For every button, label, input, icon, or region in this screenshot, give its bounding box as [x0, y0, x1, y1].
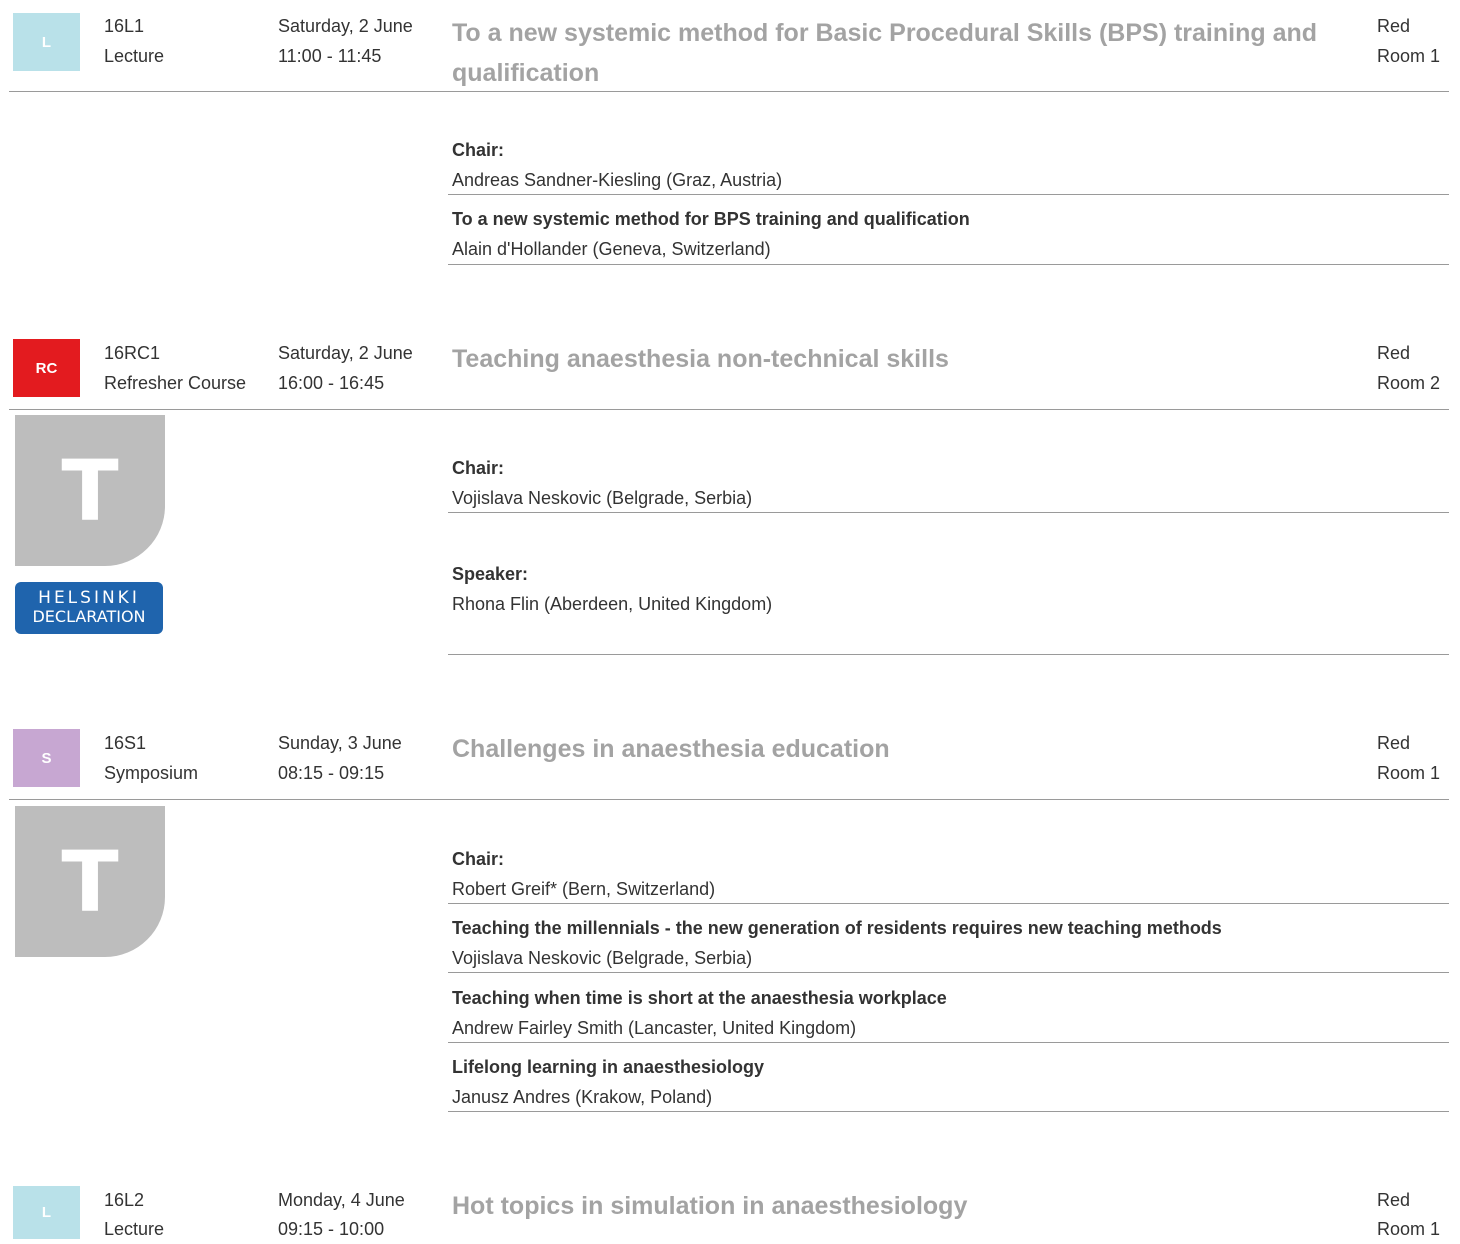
divider: [9, 91, 1449, 92]
session-type-badge: L: [13, 1186, 80, 1239]
session-type-badge: S: [13, 729, 80, 787]
session-room: Room 1: [1377, 46, 1441, 66]
topic-tile-icon: T: [15, 415, 165, 566]
session-type: Refresher Course: [104, 373, 247, 393]
session-code: 16L1: [104, 16, 145, 36]
session-type-badge: L: [13, 13, 80, 71]
divider: [448, 654, 1449, 655]
divider: [448, 903, 1449, 904]
session-time: 08:15 - 09:15: [278, 763, 385, 783]
session-time: 09:15 - 10:00: [278, 1219, 385, 1239]
session-date: Sunday, 3 June: [278, 733, 402, 753]
talk-title: Teaching the millennials - the new gener…: [452, 918, 1222, 938]
chair-label: Chair:: [452, 849, 505, 869]
talk-speaker[interactable]: Janusz Andres (Krakow, Poland): [452, 1082, 712, 1112]
session-title[interactable]: Teaching anaesthesia non-technical skill…: [452, 339, 1332, 379]
session-type: Lecture: [104, 1219, 165, 1239]
divider: [448, 512, 1449, 513]
session-type-badge: RC: [13, 339, 80, 397]
talk-speaker[interactable]: Vojislava Neskovic (Belgrade, Serbia): [452, 943, 752, 973]
session-track: Red: [1377, 733, 1411, 753]
talk-title: Lifelong learning in anaesthesiology: [452, 1057, 765, 1077]
session-room: Room 1: [1377, 1219, 1441, 1239]
speaker-label: Speaker:: [452, 564, 529, 584]
chair-person[interactable]: Andreas Sandner-Kiesling (Graz, Austria): [452, 165, 782, 195]
divider: [448, 264, 1449, 265]
divider: [9, 799, 1449, 800]
talk-title: To a new systemic method for BPS trainin…: [452, 209, 970, 229]
session-type: Symposium: [104, 763, 199, 783]
divider: [448, 1111, 1449, 1112]
divider: [448, 194, 1449, 195]
chair-label: Chair:: [452, 140, 505, 160]
talk-title: Teaching when time is short at the anaes…: [452, 988, 947, 1008]
session-code: 16RC1: [104, 343, 161, 363]
session-room: Room 2: [1377, 373, 1441, 393]
session-track: Red: [1377, 16, 1411, 36]
divider: [448, 972, 1449, 973]
session-title[interactable]: Challenges in anaesthesia education: [452, 729, 1332, 769]
chair-label: Chair:: [452, 458, 505, 478]
session-date: Saturday, 2 June: [278, 16, 413, 36]
session-title[interactable]: Hot topics in simulation in anaesthesiol…: [452, 1186, 1332, 1226]
session-track: Red: [1377, 1190, 1411, 1210]
session-time: 11:00 - 11:45: [278, 46, 382, 66]
session-type: Lecture: [104, 46, 165, 66]
chair-person[interactable]: Robert Greif* (Bern, Switzerland): [452, 874, 715, 904]
divider: [9, 409, 1449, 410]
speaker-person[interactable]: Rhona Flin (Aberdeen, United Kingdom): [452, 589, 772, 619]
session-date: Saturday, 2 June: [278, 343, 413, 363]
talk-speaker[interactable]: Alain d'Hollander (Geneva, Switzerland): [452, 234, 771, 264]
session-code: 16S1: [104, 733, 147, 753]
session-time: 16:00 - 16:45: [278, 373, 385, 393]
helsinki-declaration-logo: HELSINKI DECLARATION: [15, 582, 163, 634]
session-track: Red: [1377, 343, 1411, 363]
session-code: 16L2: [104, 1190, 145, 1210]
divider: [448, 1042, 1449, 1043]
session-date: Monday, 4 June: [278, 1190, 405, 1210]
chair-person[interactable]: Vojislava Neskovic (Belgrade, Serbia): [452, 483, 752, 513]
session-title[interactable]: To a new systemic method for Basic Proce…: [452, 13, 1332, 93]
talk-speaker[interactable]: Andrew Fairley Smith (Lancaster, United …: [452, 1013, 856, 1043]
session-room: Room 1: [1377, 763, 1441, 783]
topic-tile-icon: T: [15, 806, 165, 957]
